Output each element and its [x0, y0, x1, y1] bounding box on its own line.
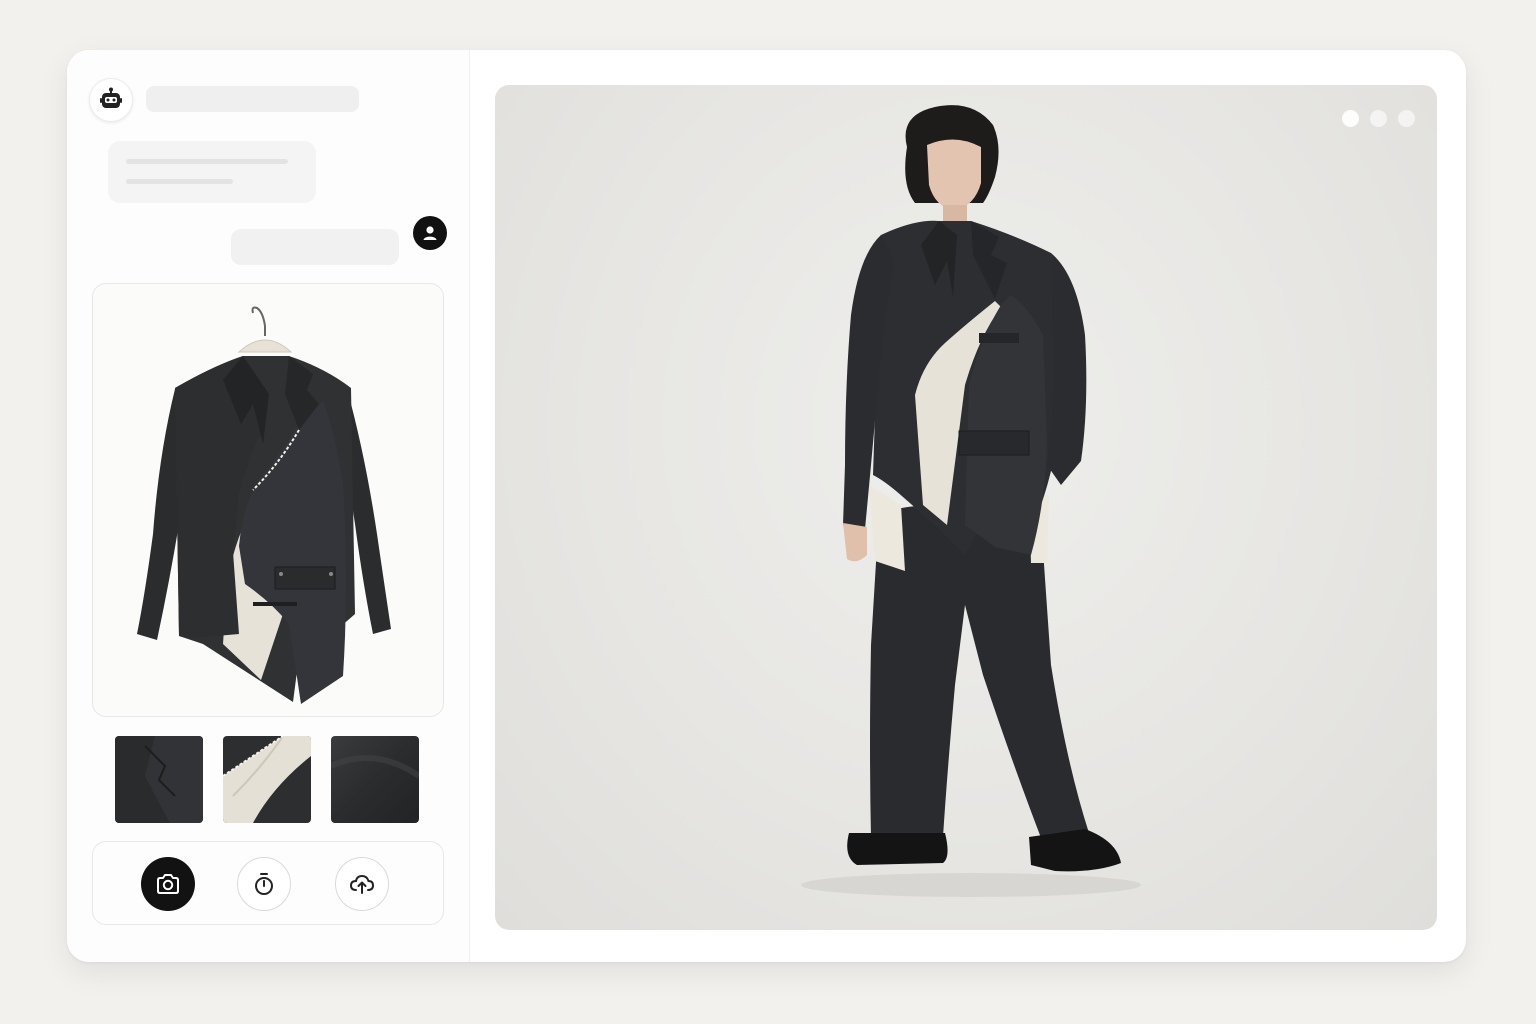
product-card[interactable] — [92, 283, 444, 717]
robot-icon — [89, 78, 133, 122]
thumbnail-lining-detail[interactable] — [223, 736, 311, 823]
jacket-image — [137, 306, 391, 704]
timer-button[interactable] — [237, 857, 291, 911]
thumbnail-fabric[interactable] — [331, 736, 419, 823]
upload-button[interactable] — [335, 857, 389, 911]
thumbnail-collar[interactable] — [115, 736, 203, 823]
outfit-preview — [495, 85, 1437, 930]
capture-toolbar — [92, 841, 444, 925]
cloud-upload-icon — [349, 874, 375, 894]
bot-message-placeholder — [108, 141, 316, 203]
app-window — [67, 50, 1466, 962]
camera-icon — [157, 874, 179, 894]
model-image — [801, 105, 1141, 897]
chat-sidebar — [67, 50, 470, 962]
chat-title-placeholder — [146, 86, 359, 112]
user-message-placeholder — [231, 229, 399, 265]
timer-icon — [255, 873, 273, 895]
camera-button[interactable] — [141, 857, 195, 911]
user-icon[interactable] — [413, 216, 447, 250]
